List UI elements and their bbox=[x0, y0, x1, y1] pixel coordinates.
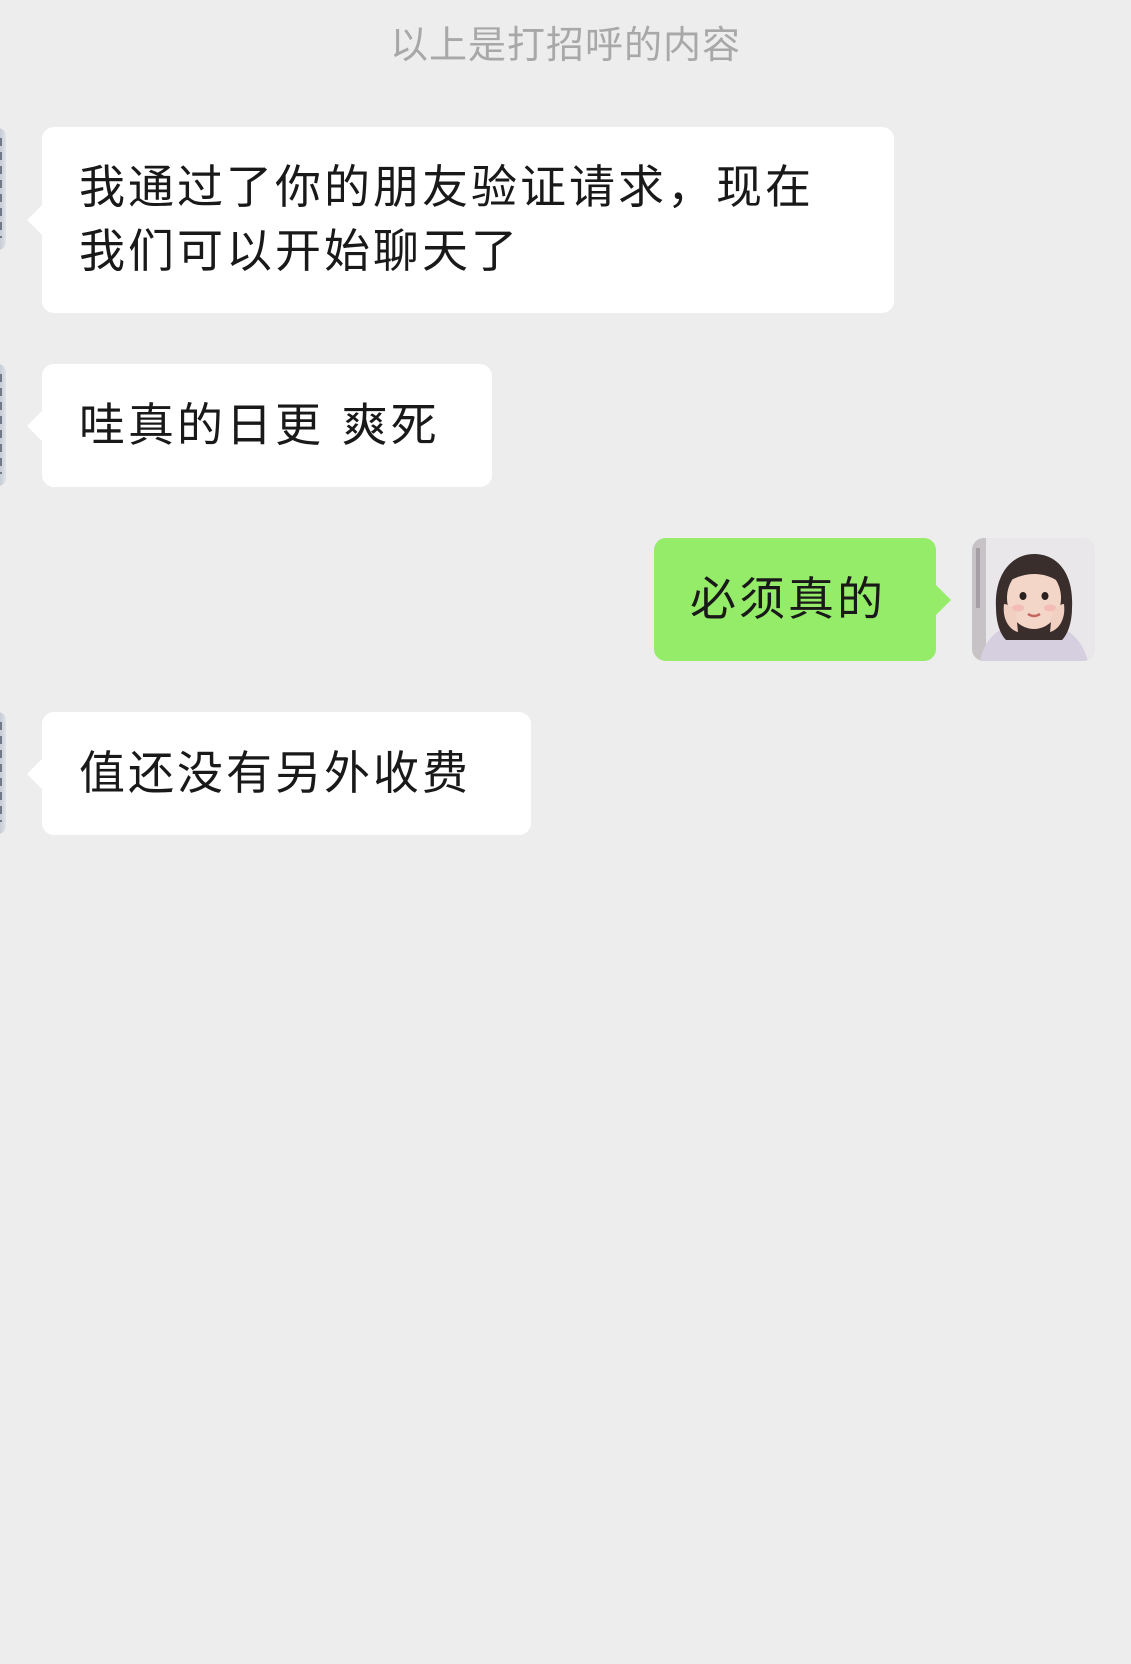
message-bubble-incoming[interactable]: 哇真的日更 爽死 bbox=[27, 364, 492, 487]
self-avatar-photo-icon bbox=[972, 538, 1095, 661]
peer-avatar[interactable] bbox=[0, 712, 6, 834]
peer-avatar[interactable] bbox=[0, 364, 6, 486]
peer-avatar[interactable] bbox=[0, 128, 6, 250]
system-notice: 以上是打招呼的内容 bbox=[389, 23, 741, 67]
message-bubble-incoming[interactable]: 值还没有另外收费 bbox=[27, 712, 531, 835]
message-bubble-incoming[interactable]: 我通过了你的朋友验证请求，现在 我们可以开始聊天了 bbox=[27, 127, 894, 313]
message-bubble-outgoing[interactable]: 必须真的 bbox=[654, 538, 951, 661]
self-avatar[interactable] bbox=[972, 538, 1095, 661]
